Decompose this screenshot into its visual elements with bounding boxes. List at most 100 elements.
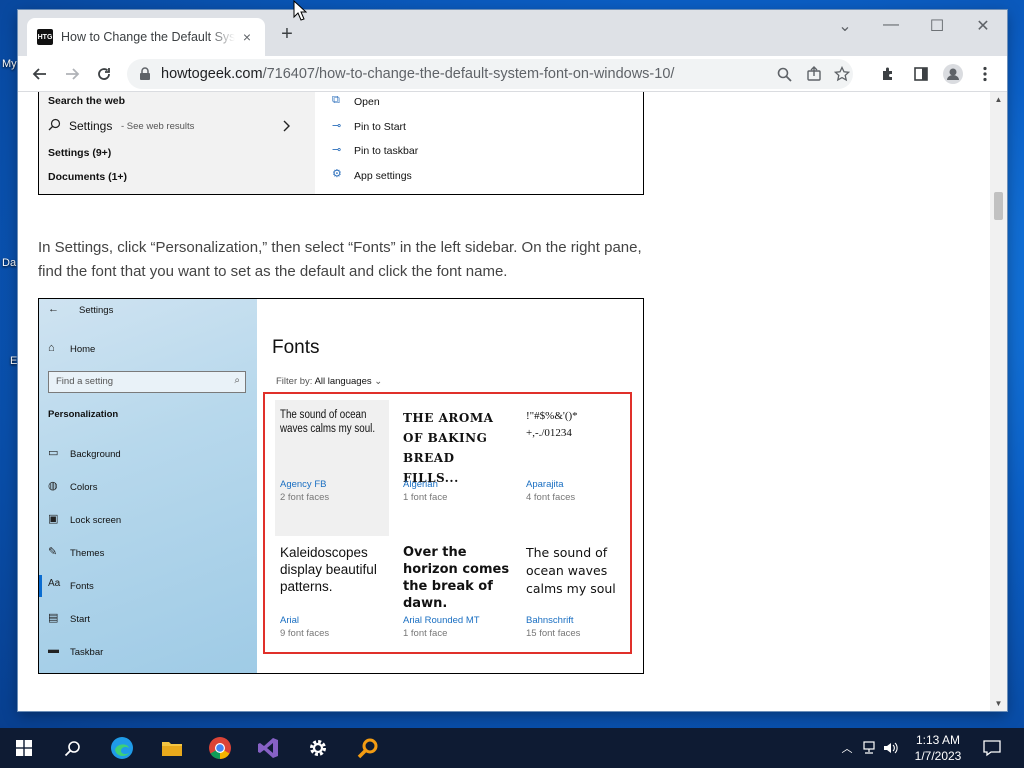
scroll-up-icon[interactable]: ▲: [990, 95, 1007, 104]
browser-toolbar: howtogeek.com/716407/how-to-change-the-d…: [18, 56, 1007, 92]
chrome-button[interactable]: [200, 733, 240, 763]
share-icon[interactable]: [805, 65, 823, 83]
mouse-cursor-icon: [293, 0, 307, 21]
font-sample: Over the horizon comes the break of dawn…: [403, 545, 510, 611]
arrow-right-icon: [66, 68, 80, 80]
reload-button[interactable]: [90, 60, 118, 88]
article-image-fonts-settings: ← Settings ⌂ Home Find a setting ⌕ Perso…: [38, 298, 644, 674]
action-pin-taskbar: Pin to taskbar: [354, 145, 419, 157]
home-icon: ⌂: [48, 342, 55, 354]
back-arrow-icon: ←: [48, 303, 59, 315]
font-card: The sound of ocean waves calms my soul B…: [521, 538, 635, 673]
edge-button[interactable]: [102, 733, 142, 763]
visual-studio-button[interactable]: [248, 733, 288, 763]
profile-button[interactable]: [939, 60, 967, 88]
windows-logo-icon: [16, 740, 32, 756]
filter-label: Filter by:: [276, 376, 313, 387]
network-icon[interactable]: [861, 741, 877, 755]
font-card: THE AROMA OF BAKING BREAD FILLS... Alger…: [398, 400, 512, 536]
fonts-pane: Fonts Filter by: All languages ⌄ The sou…: [257, 299, 643, 673]
sidebar-item-fonts: Fonts: [70, 581, 94, 592]
action-app-settings: App settings: [354, 170, 412, 182]
extensions-button[interactable]: [874, 60, 902, 88]
font-faces: 4 font faces: [526, 492, 576, 503]
gear-icon: ⚙: [332, 168, 342, 180]
side-panel-button[interactable]: [907, 60, 935, 88]
search-icon: ⌕: [234, 375, 240, 386]
tab-search-button[interactable]: ⌄: [830, 16, 860, 36]
desktop-icon-label[interactable]: E: [10, 355, 17, 367]
sidebar-item-lock-screen: Lock screen: [70, 515, 122, 526]
action-open: Open: [354, 96, 380, 108]
browser-window: HTG How to Change the Default System Fon…: [18, 10, 1007, 711]
font-name: Arial Rounded MT: [403, 615, 480, 626]
new-tab-button[interactable]: +: [276, 24, 298, 46]
fonts-highlight-box: The sound of ocean waves calms my soul. …: [263, 392, 632, 654]
action-pin-start: Pin to Start: [354, 121, 406, 133]
clock[interactable]: 1:13 AM 1/7/2023: [903, 732, 973, 764]
notifications-button[interactable]: [972, 733, 1012, 763]
side-panel-icon: [914, 67, 928, 81]
settings-app-title: Settings: [79, 305, 114, 316]
fonts-title: Fonts: [272, 337, 320, 358]
font-name: Bahnschrift: [526, 615, 574, 626]
sidebar-item-background: Background: [70, 449, 121, 460]
settings-button[interactable]: [298, 733, 338, 763]
arrow-left-icon: [32, 68, 46, 80]
desktop-icon-label[interactable]: Da: [2, 257, 16, 269]
font-name: Algerian: [403, 479, 438, 490]
back-button[interactable]: [26, 60, 54, 88]
scroll-down-icon[interactable]: ▼: [990, 699, 1007, 708]
forward-button[interactable]: [58, 60, 86, 88]
file-explorer-button[interactable]: [152, 733, 192, 763]
sidebar-item-start: Start: [70, 614, 91, 625]
sidebar-item-colors: Colors: [70, 482, 98, 493]
search-everything-button[interactable]: [348, 733, 388, 763]
menu-button[interactable]: [971, 60, 999, 88]
url-host: howtogeek.com: [161, 66, 263, 82]
address-bar[interactable]: howtogeek.com/716407/how-to-change-the-d…: [127, 59, 853, 89]
open-icon: ⧉: [332, 94, 340, 106]
scrollbar-thumb[interactable]: [994, 192, 1003, 220]
lock-icon: [140, 67, 150, 80]
start-button[interactable]: [4, 733, 44, 763]
tab-close-icon[interactable]: ×: [239, 29, 255, 45]
volume-icon[interactable]: [883, 741, 899, 755]
font-faces: 2 font faces: [280, 492, 330, 503]
documents-count-label: Documents (1+): [48, 171, 128, 183]
font-name: Arial: [280, 615, 300, 626]
font-sample: The sound of ocean waves calms my soul.: [280, 409, 376, 436]
taskbar-icon: ▬: [48, 644, 59, 656]
magnifier-icon: [357, 738, 378, 759]
search-button[interactable]: [52, 733, 92, 763]
settings-count-label: Settings (9+): [48, 147, 112, 159]
font-name: Agency FB: [280, 479, 327, 490]
lock-screen-icon: ▣: [48, 513, 59, 525]
search-icon: [48, 118, 61, 131]
chevron-up-icon[interactable]: ︿: [838, 740, 856, 756]
chrome-icon: [209, 737, 231, 759]
clock-date: 1/7/2023: [914, 749, 962, 763]
page-scrollbar[interactable]: ▲ ▼: [990, 92, 1007, 711]
article-paragraph: In Settings, click “Personalization,” th…: [38, 239, 642, 280]
kebab-menu-icon: [983, 66, 987, 82]
maximize-button[interactable]: ☐: [922, 16, 952, 36]
fonts-icon: Aa: [48, 578, 61, 589]
reload-icon: [98, 68, 110, 80]
zoom-search-icon[interactable]: [775, 65, 793, 83]
browser-tab[interactable]: HTG How to Change the Default System Fon…: [27, 18, 265, 56]
start-icon: ▤: [48, 612, 59, 624]
puzzle-icon: [883, 67, 892, 80]
font-faces: 15 font faces: [526, 628, 581, 639]
font-sample: The sound of ocean waves calms my soul: [526, 545, 616, 596]
bookmark-star-icon[interactable]: [833, 65, 851, 83]
font-card: Over the horizon comes the break of dawn…: [398, 538, 512, 673]
site-favicon-icon: HTG: [37, 29, 53, 45]
close-window-button[interactable]: ✕: [968, 16, 998, 36]
sidebar-section-title: Personalization: [48, 409, 119, 420]
minimize-button[interactable]: —: [876, 16, 906, 34]
selected-indicator: [39, 575, 42, 597]
desktop-icon-label[interactable]: My: [2, 58, 17, 70]
tab-title: How to Change the Default System Font on…: [61, 30, 235, 44]
chevron-right-icon: [283, 120, 290, 132]
